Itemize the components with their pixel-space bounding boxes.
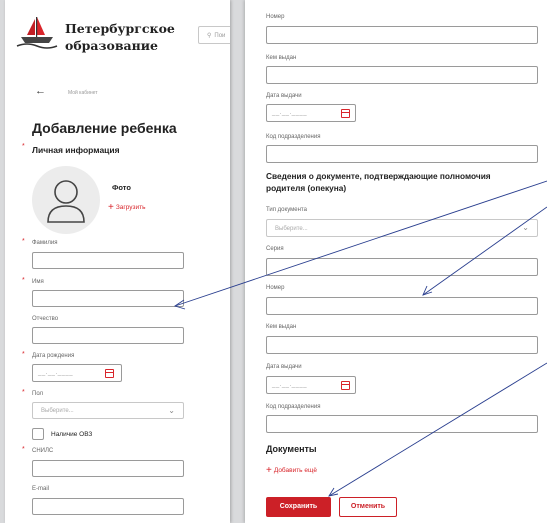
upload-label: Загрузить: [115, 204, 146, 211]
search-input[interactable]: ⚲ Пои: [198, 26, 230, 44]
date-mask: __.__.____: [272, 110, 308, 116]
required-marker: *: [22, 351, 25, 358]
number-input-top[interactable]: [266, 26, 538, 44]
upload-photo-button[interactable]: + Загрузить: [108, 202, 146, 213]
calendar-icon[interactable]: [341, 381, 350, 390]
birth-date-label: Дата рождения: [32, 353, 75, 359]
section-guardian-title-line-2: родителя (опекуна): [266, 183, 347, 193]
logo-text: Петербургское образование: [65, 20, 175, 54]
surname-label: Фамилия: [32, 240, 58, 246]
chevron-down-icon: ⌄: [522, 223, 529, 232]
user-placeholder-icon: [47, 180, 85, 223]
issued-by-input-1[interactable]: [266, 66, 538, 84]
division-code-label-2: Код подразделения: [266, 404, 321, 410]
number-input[interactable]: [266, 297, 538, 315]
doc-type-select[interactable]: Выберите... ⌄: [266, 219, 538, 237]
required-marker: *: [22, 277, 25, 284]
logo-line-1: Петербургское: [65, 21, 175, 36]
plus-icon: +: [266, 465, 272, 476]
plus-icon: +: [108, 202, 114, 213]
issue-date-label-1: Дата выдачи: [266, 93, 302, 99]
gender-select[interactable]: Выберите... ⌄: [32, 402, 184, 419]
section-personal-info: Личная информация: [32, 145, 120, 155]
email-input[interactable]: [32, 498, 184, 515]
division-code-input-1[interactable]: [266, 145, 538, 163]
ovz-label: Наличие ОВЗ: [51, 431, 93, 438]
snils-input[interactable]: [32, 460, 184, 477]
patronymic-label: Отчество: [32, 316, 59, 322]
cancel-button[interactable]: Отменить: [339, 497, 397, 517]
issued-by-input-2[interactable]: [266, 336, 538, 354]
logo-line-2: образование: [65, 38, 158, 53]
required-marker: *: [22, 446, 25, 453]
issue-date-input-1[interactable]: __.__.____: [266, 104, 356, 122]
gender-select-value: Выберите...: [41, 408, 74, 414]
birth-date-input[interactable]: __.__.____: [32, 364, 122, 382]
patronymic-input[interactable]: [32, 327, 184, 344]
date-mask: __.__.____: [38, 370, 74, 376]
section-guardian-title-line-1: Сведения о документе, подтверждающие пол…: [266, 171, 491, 181]
avatar: [32, 166, 100, 234]
search-icon: ⚲: [207, 33, 212, 39]
issued-by-label-2: Кем выдан: [266, 324, 297, 330]
save-button[interactable]: Сохранить: [266, 497, 331, 517]
add-document-label: Добавить ещё: [273, 467, 317, 474]
section-documents-title: Документы: [266, 444, 317, 454]
calendar-icon[interactable]: [341, 109, 350, 118]
issue-date-input-2[interactable]: __.__.____: [266, 376, 356, 394]
doc-type-label: Тип документа: [266, 207, 307, 213]
photo-label: Фото: [112, 183, 131, 192]
doc-type-select-value: Выберите...: [275, 226, 308, 232]
breadcrumb[interactable]: Мой кабинет: [68, 90, 98, 96]
required-marker: *: [22, 238, 25, 245]
number-label-top: Номер: [266, 14, 285, 20]
required-marker: *: [22, 389, 25, 396]
page-title: Добавление ребенка: [32, 120, 177, 136]
series-input[interactable]: [266, 258, 538, 276]
surname-input[interactable]: [32, 252, 184, 269]
date-mask: __.__.____: [272, 382, 308, 388]
gender-label: Пол: [32, 391, 44, 397]
chevron-down-icon: ⌄: [168, 406, 175, 415]
issued-by-label-1: Кем выдан: [266, 55, 297, 61]
division-code-input-2[interactable]: [266, 415, 538, 433]
number-label: Номер: [266, 285, 285, 291]
division-code-label-1: Код подразделения: [266, 134, 321, 140]
required-marker: *: [22, 143, 25, 150]
name-label: Имя: [32, 279, 44, 285]
back-arrow-icon[interactable]: ←: [35, 85, 46, 97]
issue-date-label-2: Дата выдачи: [266, 364, 302, 370]
name-input[interactable]: [32, 290, 184, 307]
snils-label: СНИЛС: [32, 448, 54, 454]
email-label: E-mail: [32, 486, 50, 492]
ship-logo-icon: [16, 17, 58, 49]
right-form-panel: Номер Кем выдан Дата выдачи __.__.____ К…: [245, 0, 547, 523]
calendar-icon[interactable]: [105, 369, 114, 378]
series-label: Серия: [266, 246, 284, 252]
add-document-button[interactable]: + Добавить ещё: [266, 465, 317, 476]
left-form-panel: Петербургское образование ⚲ Пои ← Мой каб…: [5, 0, 230, 523]
ovz-checkbox[interactable]: [32, 428, 44, 440]
search-placeholder: Пои: [214, 33, 226, 39]
